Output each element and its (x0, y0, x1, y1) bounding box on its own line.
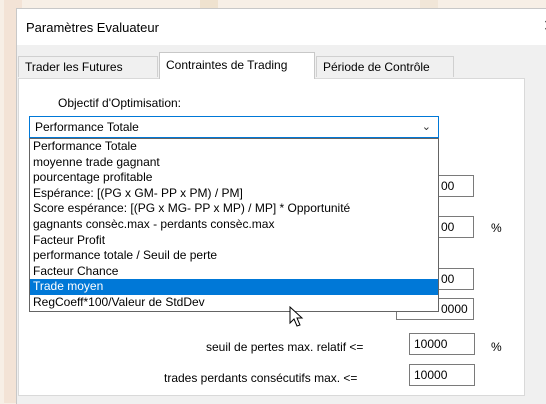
option-moyenne-trade-gagnant[interactable]: moyenne trade gagnant (30, 155, 438, 171)
option-performance-seuil[interactable]: performance totale / Seuil de perte (30, 248, 438, 264)
seuil-label: seuil de pertes max. relatif <= (206, 340, 364, 354)
percent-label-1: % (491, 221, 502, 235)
option-regcoeff[interactable]: RegCoeff*100/Valeur de StdDev (30, 295, 438, 311)
objective-label: Objectif d'Optimisation: (58, 96, 182, 110)
option-pourcentage-profitable[interactable]: pourcentage profitable (30, 170, 438, 186)
option-trade-moyen[interactable]: Trade moyen (30, 279, 438, 295)
option-facteur-chance[interactable]: Facteur Chance (30, 264, 438, 280)
option-score-esperance[interactable]: Score espérance: [(PG x MG- PP x MP) / M… (30, 201, 438, 217)
title-bar: Paramètres Evaluateur ✕ (17, 9, 546, 45)
option-performance-totale[interactable]: Performance Totale (30, 139, 438, 155)
percent-label-2: % (491, 340, 502, 354)
tab-trading-constraints[interactable]: Contraintes de Trading (159, 52, 315, 79)
option-facteur-profit[interactable]: Facteur Profit (30, 233, 438, 249)
tab-trader-futures[interactable]: Trader les Futures (18, 56, 158, 77)
combobox-value: Performance Totale (35, 120, 139, 134)
objective-dropdown-list[interactable]: Performance Totale moyenne trade gagnant… (29, 138, 439, 312)
seuil-input[interactable]: 10000 (409, 333, 475, 355)
mouse-cursor-icon (289, 306, 304, 327)
window-title: Paramètres Evaluateur (26, 20, 159, 35)
option-gagnants-perdants[interactable]: gagnants consèc.max - perdants consèc.ma… (30, 217, 438, 233)
chevron-down-icon[interactable]: ⌄ (422, 117, 431, 137)
losing-trades-input[interactable]: 10000 (409, 364, 475, 386)
option-esperance[interactable]: Espérance: [(PG x GM- PP x PM) / PM] (30, 186, 438, 202)
losing-trades-label: trades perdants consécutifs max. <= (164, 371, 358, 385)
objective-combobox[interactable]: Performance Totale ⌄ (29, 116, 439, 138)
tab-control-period[interactable]: Période de Contrôle (316, 56, 454, 77)
